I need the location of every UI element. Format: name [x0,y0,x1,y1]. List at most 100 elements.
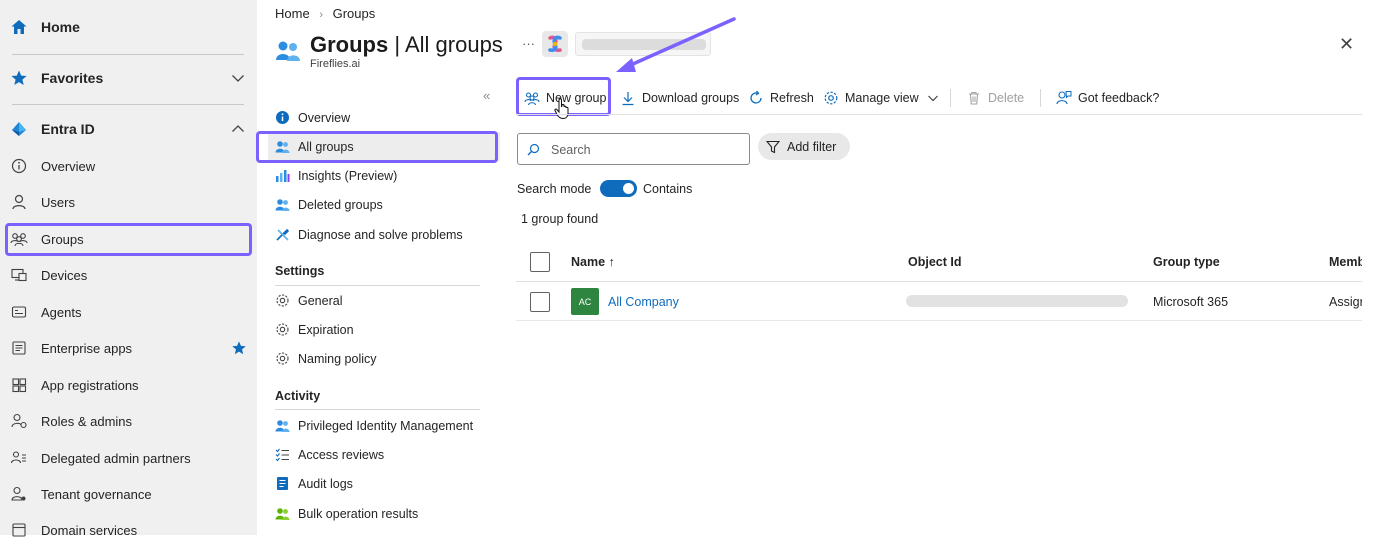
favorite-star-icon[interactable] [231,340,247,356]
menu-access-reviews[interactable]: Access reviews [268,440,500,469]
delete-button[interactable]: Delete [966,86,1024,110]
menu-pim[interactable]: Privileged Identity Management [268,411,500,440]
manage-view-button[interactable]: Manage view [823,86,939,110]
nav-entra-id[interactable]: Entra ID [0,112,257,146]
nav-favorites[interactable]: Favorites [0,61,257,95]
group-type-cell: Microsoft 365 [1153,295,1229,309]
nav-item-label: App registrations [41,377,139,393]
search-icon [527,143,540,156]
page-title-rest: All groups [404,32,503,57]
nav-item-label: Groups [41,231,84,247]
nav-item-label: Delegated admin partners [41,450,191,466]
nav-item-label: Users [41,194,75,210]
more-options-button[interactable]: ··· [522,36,535,51]
column-header-membership[interactable]: Memb [1329,255,1362,269]
download-groups-label: Download groups [642,91,740,105]
toggle-knob [623,183,634,194]
menu-item-label: Expiration [298,322,354,337]
column-header-group-type[interactable]: Group type [1153,255,1220,269]
nav-favorites-label: Favorites [41,70,104,86]
group-name-link[interactable]: All Company [608,295,679,309]
nav-groups[interactable]: Groups [0,222,257,256]
nav-tenant-governance[interactable]: Tenant governance [0,477,257,511]
search-mode-value: Contains [643,182,693,196]
select-all-checkbox[interactable] [530,252,550,272]
menu-deleted-groups[interactable]: Deleted groups [268,190,500,219]
bulk-operations-icon [275,508,290,520]
access-reviews-icon [275,448,289,462]
nav-home-label: Home [41,19,80,35]
nav-domain-services[interactable]: Domain services [0,513,257,547]
search-input[interactable]: Search [517,133,750,165]
menu-naming-policy[interactable]: Naming policy [268,344,500,373]
toolbar-divider [516,114,1362,115]
search-mode-toggle[interactable] [600,180,637,197]
download-groups-button[interactable]: Download groups [620,86,739,110]
table-row-divider [516,320,1362,321]
chevron-down-icon [927,95,938,102]
refresh-label: Refresh [770,91,814,105]
nav-delegated-admin-partners[interactable]: Delegated admin partners [0,441,257,475]
left-navigation: Home Favorites Entra ID Overview Users G… [0,0,257,538]
nav-app-registrations[interactable]: App registrations [0,368,257,402]
menu-all-groups[interactable]: All groups [268,132,500,161]
entra-id-icon [12,122,26,136]
roles-icon [11,413,27,429]
chevron-down-icon[interactable] [231,71,245,85]
all-groups-icon [275,141,290,153]
new-group-icon [524,92,540,106]
nav-divider [12,104,244,105]
agents-icon [11,306,27,318]
nav-item-label: Devices [41,267,88,283]
menu-item-label: Deleted groups [298,197,383,212]
diagnose-icon [276,228,290,241]
breadcrumb: Home › Groups [275,6,375,21]
settings-section-header: Settings [275,264,325,278]
refresh-icon [750,90,762,104]
chevron-up-icon[interactable] [231,122,245,136]
search-mode-label: Search mode [517,182,592,196]
row-checkbox[interactable] [530,292,550,312]
menu-overview[interactable]: Overview [268,103,500,132]
search-placeholder: Search [551,143,591,157]
feedback-button[interactable]: Got feedback? [1056,86,1159,110]
add-filter-label: Add filter [787,139,837,154]
menu-item-label: General [298,293,343,308]
page-title: Groups | All groups [310,32,503,58]
column-header-name[interactable]: Name ↑ [571,255,615,269]
menu-item-label: Privileged Identity Management [298,418,474,433]
devices-icon [11,268,27,282]
app-registrations-icon [12,378,27,393]
table-header-divider [516,281,1362,282]
breadcrumb-home[interactable]: Home [275,6,310,21]
nav-roles-admins[interactable]: Roles & admins [0,404,257,438]
copilot-button[interactable] [542,31,568,57]
nav-agents[interactable]: Agents [0,295,257,329]
menu-audit-logs[interactable]: Audit logs [268,469,500,498]
menu-item-label: Overview [298,110,351,125]
nav-devices[interactable]: Devices [0,258,257,292]
menu-general[interactable]: General [268,286,500,315]
add-filter-button[interactable]: Add filter [758,133,850,160]
feedback-icon [1056,91,1072,105]
gear-icon [276,294,289,307]
refresh-button[interactable]: Refresh [748,86,814,110]
partners-icon [10,451,26,464]
menu-expiration[interactable]: Expiration [268,315,500,344]
column-header-object-id[interactable]: Object Id [908,255,961,269]
menu-bulk-operations[interactable]: Bulk operation results [268,499,500,528]
delete-label: Delete [988,91,1025,105]
nav-overview[interactable]: Overview [0,149,257,183]
collapse-menu-icon[interactable]: « [483,88,490,103]
nav-home[interactable]: Home [0,10,257,44]
breadcrumb-current[interactable]: Groups [333,6,376,21]
menu-insights[interactable]: Insights (Preview) [268,161,500,190]
results-count: 1 group found [521,212,599,226]
nav-users[interactable]: Users [0,185,257,219]
insights-icon [276,170,290,182]
page-title-sep: | [388,32,405,57]
close-icon[interactable]: ✕ [1339,34,1354,55]
toolbar-separator [950,89,951,107]
menu-diagnose[interactable]: Diagnose and solve problems [268,220,500,249]
nav-enterprise-apps[interactable]: Enterprise apps [0,331,257,365]
